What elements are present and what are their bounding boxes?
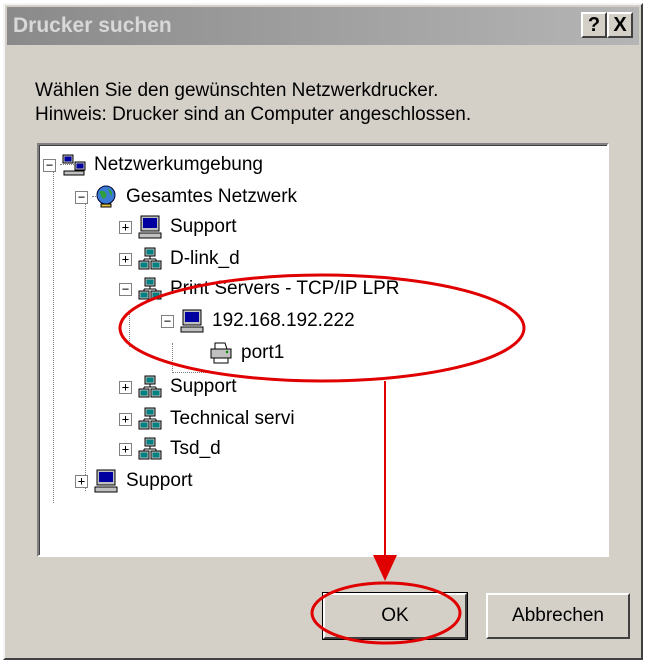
tree-node[interactable]: + Support	[75, 467, 193, 495]
computer-icon	[180, 309, 204, 333]
tree-node-label: port1	[241, 342, 285, 363]
tree-line	[172, 343, 173, 371]
tree-node[interactable]: port1	[209, 339, 284, 367]
tree-line	[129, 313, 130, 347]
instruction-line-1: Wählen Sie den gewünschten Netzwerkdruck…	[35, 80, 439, 101]
instruction-line-2: Hinweis: Drucker sind an Computer angesc…	[35, 104, 472, 125]
tree-node[interactable]: + Tsd_d	[119, 435, 221, 463]
computer-icon	[138, 215, 162, 239]
tree-node[interactable]: + Technical servi	[119, 405, 295, 433]
tree-node-label: Gesamtes Netzwerk	[126, 186, 298, 207]
network-tree[interactable]: − Netzwerkumgebung − Gesamtes Netzwerk + Supp…	[37, 143, 609, 557]
tree-node[interactable]: − Gesamtes Netzwerk	[75, 183, 297, 211]
expand-icon[interactable]: +	[75, 474, 88, 488]
tree-line	[85, 191, 86, 491]
cancel-button[interactable]: Abbrechen	[486, 593, 630, 639]
workgroup-icon	[138, 375, 162, 399]
tree-node-label: Support	[126, 470, 193, 491]
workgroup-icon	[138, 407, 162, 431]
printer-icon	[209, 341, 233, 365]
help-button[interactable]: ?	[581, 12, 607, 38]
expand-icon[interactable]: +	[119, 412, 132, 426]
workgroup-icon	[138, 437, 162, 461]
expand-icon[interactable]: +	[119, 252, 132, 266]
collapse-icon[interactable]: −	[43, 158, 56, 172]
tree-node-label: D-link_d	[170, 248, 240, 269]
collapse-icon[interactable]: −	[75, 190, 88, 204]
tree-node[interactable]: − Print Servers - TCP/IP LPR	[119, 275, 399, 303]
find-printer-dialog: Drucker suchen ? X Wählen Sie den gewüns…	[3, 3, 643, 660]
tree-node[interactable]: − 192.168.192.222	[161, 307, 355, 335]
expand-icon[interactable]: +	[119, 220, 132, 234]
collapse-icon[interactable]: −	[119, 282, 132, 296]
computer-icon	[94, 469, 118, 493]
tree-node[interactable]: + D-link_d	[119, 245, 240, 273]
title-bar[interactable]: Drucker suchen ? X	[7, 7, 639, 45]
tree-node-label: Technical servi	[170, 408, 295, 429]
collapse-icon[interactable]: −	[161, 314, 174, 328]
tree-node-label: 192.168.192.222	[212, 310, 355, 331]
tree-node[interactable]: + Support	[119, 213, 237, 241]
ok-button[interactable]: OK	[322, 592, 468, 640]
instructions: Wählen Sie den gewünschten Netzwerkdruck…	[35, 79, 471, 127]
workgroup-icon	[138, 277, 162, 301]
tree-node-label: Print Servers - TCP/IP LPR	[170, 278, 400, 299]
tree-node-label: Netzwerkumgebung	[94, 154, 263, 175]
workgroup-icon	[138, 247, 162, 271]
window-title: Drucker suchen	[13, 14, 172, 37]
network-neighborhood-icon	[62, 153, 86, 177]
tree-node[interactable]: + Support	[119, 373, 237, 401]
expand-icon[interactable]: +	[119, 442, 132, 456]
close-button[interactable]: X	[607, 12, 633, 38]
tree-node-label: Tsd_d	[170, 438, 221, 459]
tree-line	[53, 159, 54, 503]
expand-icon[interactable]: +	[119, 380, 132, 394]
globe-icon	[94, 185, 118, 209]
tree-node[interactable]: − Netzwerkumgebung	[43, 151, 263, 179]
tree-node-label: Support	[170, 216, 237, 237]
tree-node-label: Support	[170, 376, 237, 397]
